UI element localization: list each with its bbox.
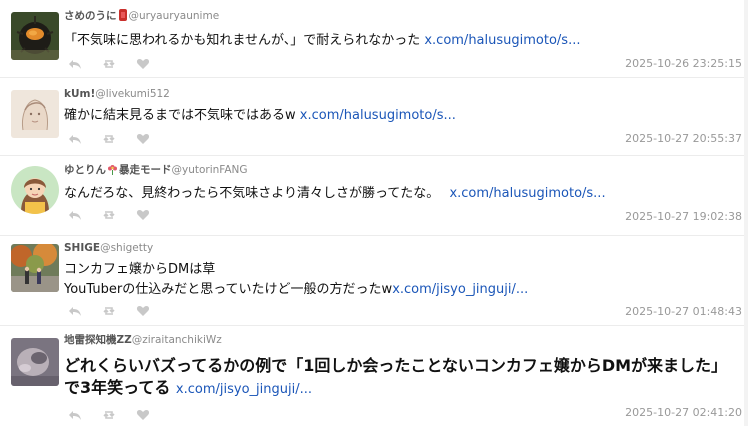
tweet-body: どれくらいバズってるかの例で「1回しか会ったことないコンカフェ嬢からDMが来まし… [64, 356, 728, 397]
tweet-actions [68, 57, 150, 71]
tweet-item: kUm!@livekumi512 確かに結末見るまでは不気味ではあるw x.co… [0, 78, 748, 156]
tweet-text: どれくらいバズってるかの例で「1回しか会ったことないコンカフェ嬢からDMが来まし… [64, 355, 738, 401]
display-name[interactable]: 地雷探知機ZZ [64, 334, 132, 346]
tweet-body: なんだろな、見終わったら不気味さより清々しさが勝ってたな。 [64, 186, 440, 201]
reply-icon[interactable] [68, 208, 82, 222]
reply-icon[interactable] [68, 408, 82, 422]
display-name[interactable]: ゆとりん [64, 164, 106, 176]
tweet-actions [68, 304, 150, 318]
tweet-body: 「不気味に思われるかも知れませんが、」で耐えられなかった [64, 33, 421, 48]
tweet-item: さめのうに @uryauryaunime 「不気味に思われるかも知れませんが、」で… [0, 0, 748, 78]
tweet-header: SHIGE@shigetty [64, 240, 153, 256]
tweet-body-line-1: コンカフェ嬢からDMは草 [64, 262, 216, 277]
like-icon[interactable] [136, 208, 150, 222]
cartoon-woman-avatar-icon[interactable] [11, 166, 59, 214]
retweet-icon[interactable] [102, 132, 116, 146]
tweet-header: 地雷探知機ZZ@ziraitanchikiWz [64, 332, 222, 348]
like-icon[interactable] [136, 408, 150, 422]
bow-icon [118, 9, 128, 26]
tweet-timestamp[interactable]: 2025-10-27 20:55:37 [625, 132, 742, 145]
tweet-text: 「不気味に思われるかも知れませんが、」で耐えられなかった x.com/halus… [64, 31, 738, 51]
tweet-text: コンカフェ嬢からDMは草 YouTuberの仕込みだと思っていたけど一般の方だっ… [64, 260, 738, 300]
blurred-face-avatar-icon[interactable] [11, 338, 59, 386]
tweet-actions [68, 408, 150, 422]
tweet-link[interactable]: x.com/jisyo_jinguji/... [392, 282, 528, 297]
scrollbar[interactable] [744, 0, 748, 426]
tweet-actions [68, 208, 150, 222]
sketch-avatar-icon[interactable] [11, 90, 59, 138]
tweet-actions [68, 132, 150, 146]
retweet-icon[interactable] [102, 57, 116, 71]
retweet-icon[interactable] [102, 208, 116, 222]
retweet-icon[interactable] [102, 304, 116, 318]
sea-urchin-avatar-icon[interactable] [11, 12, 59, 60]
like-icon[interactable] [136, 57, 150, 71]
tweet-header: さめのうに @uryauryaunime [64, 8, 219, 24]
user-handle[interactable]: @ziraitanchikiWz [132, 334, 222, 346]
like-icon[interactable] [136, 304, 150, 318]
retweet-icon[interactable] [102, 408, 116, 422]
tweet-text: なんだろな、見終わったら不気味さより清々しさが勝ってたな。 x.com/halu… [64, 184, 738, 204]
display-name-suffix[interactable]: 暴走モード [119, 164, 172, 176]
display-name[interactable]: kUm! [64, 88, 95, 100]
like-icon[interactable] [136, 132, 150, 146]
tweet-timestamp[interactable]: 2025-10-27 19:02:38 [625, 210, 742, 223]
flower-icon [107, 163, 118, 180]
tweet-link[interactable]: x.com/halusugimoto/s... [424, 33, 580, 48]
tweet-item: SHIGE@shigetty コンカフェ嬢からDMは草 YouTuberの仕込み… [0, 236, 748, 326]
tweet-body: YouTuberの仕込みだと思っていたけど一般の方だったw [64, 282, 393, 297]
user-handle[interactable]: @yutorinFANG [172, 164, 248, 176]
user-handle[interactable]: @livekumi512 [95, 88, 170, 100]
tweet-timestamp[interactable]: 2025-10-26 23:25:15 [625, 57, 742, 70]
tweet-header: kUm!@livekumi512 [64, 86, 170, 102]
tweet-feed: さめのうに @uryauryaunime 「不気味に思われるかも知れませんが、」で… [0, 0, 748, 426]
tweet-link[interactable]: x.com/halusugimoto/s... [449, 186, 605, 201]
user-handle[interactable]: @uryauryaunime [129, 10, 220, 22]
tweet-item: ゆとりん 暴走モード@yutorinFANG なんだろな、見終わったら不気味さより… [0, 156, 748, 236]
autumn-park-avatar-icon[interactable] [11, 244, 59, 292]
tweet-item: 地雷探知機ZZ@ziraitanchikiWz どれくらいバズってるかの例で「1… [0, 326, 748, 426]
tweet-link[interactable]: x.com/jisyo_jinguji/... [176, 382, 312, 397]
tweet-link[interactable]: x.com/halusugimoto/s... [300, 108, 456, 123]
tweet-header: ゆとりん 暴走モード@yutorinFANG [64, 162, 248, 178]
reply-icon[interactable] [68, 132, 82, 146]
tweet-timestamp[interactable]: 2025-10-27 01:48:43 [625, 305, 742, 318]
tweet-text: 確かに結末見るまでは不気味ではあるw x.com/halusugimoto/s.… [64, 106, 738, 126]
reply-icon[interactable] [68, 304, 82, 318]
tweet-timestamp[interactable]: 2025-10-27 02:41:20 [625, 406, 742, 419]
user-handle[interactable]: @shigetty [100, 242, 153, 254]
tweet-body: 確かに結末見るまでは不気味ではあるw [64, 108, 296, 123]
display-name[interactable]: SHIGE [64, 242, 100, 254]
reply-icon[interactable] [68, 57, 82, 71]
display-name[interactable]: さめのうに [64, 10, 117, 22]
